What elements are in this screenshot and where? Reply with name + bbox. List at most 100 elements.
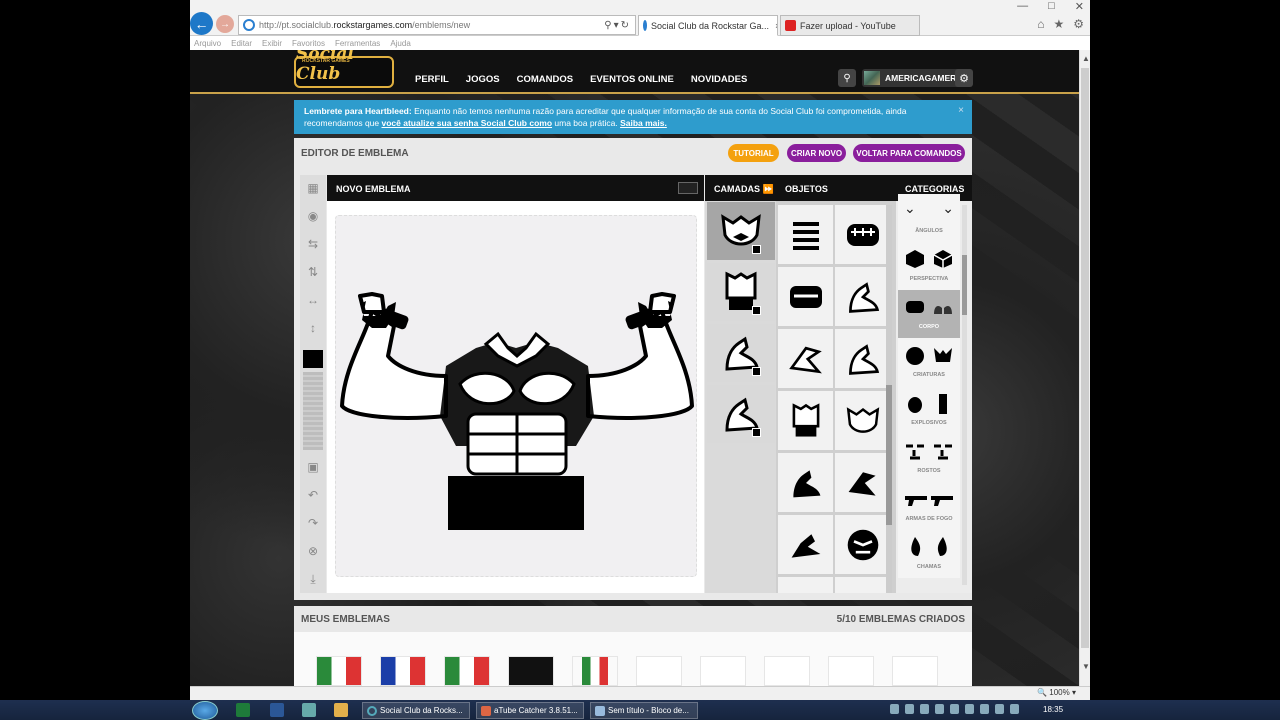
nav-comandos[interactable]: COMANDOS bbox=[517, 74, 573, 85]
tray-icon[interactable] bbox=[980, 704, 989, 714]
background-icon[interactable]: ▣ bbox=[300, 457, 326, 477]
category-explosivos[interactable]: EXPLOSIVOS bbox=[898, 386, 960, 434]
object-arm-3[interactable] bbox=[835, 329, 890, 388]
category-armas-de-fogo[interactable]: ARMAS DE FOGO bbox=[898, 482, 960, 530]
task-social-club[interactable]: Social Club da Rocks... bbox=[362, 702, 470, 719]
gear-icon[interactable]: ⚙ bbox=[1073, 17, 1084, 31]
eye-icon[interactable]: ◉ bbox=[300, 206, 326, 226]
scroll-up-icon[interactable]: ▲ bbox=[1082, 54, 1090, 63]
tray-icon[interactable] bbox=[935, 704, 944, 714]
emblem-canvas[interactable] bbox=[327, 201, 704, 593]
object-arm-2[interactable] bbox=[778, 329, 833, 388]
category-rostos[interactable]: ROSTOS bbox=[898, 434, 960, 482]
social-club-logo[interactable]: ROCKSTAR GAMES Social Club bbox=[294, 50, 394, 88]
tray-icon[interactable] bbox=[965, 704, 974, 714]
layer-color-swatch[interactable] bbox=[752, 245, 761, 254]
layer-color-swatch[interactable] bbox=[752, 367, 761, 376]
scrollbar-thumb[interactable] bbox=[1081, 68, 1089, 648]
menu-ferramentas[interactable]: Ferramentas bbox=[335, 39, 380, 48]
category-corpo[interactable]: CORPO bbox=[898, 290, 960, 338]
nav-novidades[interactable]: NOVIDADES bbox=[691, 74, 747, 85]
settings-button[interactable]: ⚙ bbox=[955, 69, 973, 87]
search-refresh-icon[interactable]: ⚲▾↻ bbox=[604, 20, 635, 31]
tray-icon[interactable] bbox=[950, 704, 959, 714]
layer-color-swatch[interactable] bbox=[752, 306, 761, 315]
network-icon[interactable] bbox=[995, 704, 1004, 714]
layer-item[interactable] bbox=[707, 202, 775, 260]
zoom-level[interactable]: 🔍 100% ▾ bbox=[1037, 688, 1076, 697]
object-item[interactable] bbox=[778, 577, 833, 593]
nav-perfil[interactable]: PERFIL bbox=[415, 74, 449, 85]
layer-color-swatch[interactable] bbox=[752, 428, 761, 437]
object-arm[interactable] bbox=[835, 267, 890, 326]
category-chamas[interactable]: CHAMAS bbox=[898, 530, 960, 578]
menu-favoritos[interactable]: Favoritos bbox=[292, 39, 325, 48]
flip-horizontal-icon[interactable]: ⇆ bbox=[300, 234, 326, 254]
object-dentures[interactable] bbox=[778, 267, 833, 326]
nav-jogos[interactable]: JOGOS bbox=[466, 74, 500, 85]
address-bar[interactable]: http://pt.socialclub.rockstargames.com/e… bbox=[238, 15, 636, 35]
layer-item[interactable] bbox=[707, 324, 775, 382]
saved-emblem[interactable] bbox=[572, 656, 618, 686]
back-button[interactable]: ← bbox=[190, 12, 213, 35]
home-icon[interactable]: ⌂ bbox=[1037, 17, 1044, 31]
objects-scrollbar[interactable] bbox=[886, 205, 892, 593]
object-arm-black-3[interactable] bbox=[778, 515, 833, 574]
stretch-vertical-icon[interactable]: ↕ bbox=[300, 318, 326, 338]
saved-emblem[interactable] bbox=[444, 656, 490, 686]
empty-emblem-slot[interactable] bbox=[636, 656, 682, 686]
control-panel-icon[interactable] bbox=[302, 703, 316, 717]
back-to-commands-button[interactable]: VOLTAR PARA COMANDOS bbox=[853, 144, 965, 162]
create-new-button[interactable]: CRIAR NOVO bbox=[787, 144, 846, 162]
close-window-icon[interactable]: ✕ bbox=[1075, 0, 1084, 13]
opacity-slider[interactable] bbox=[303, 372, 323, 450]
object-spring[interactable] bbox=[778, 205, 833, 264]
tab-social-club[interactable]: Social Club da Rockstar Ga... × bbox=[638, 15, 778, 36]
menu-exibir[interactable]: Exibir bbox=[262, 39, 282, 48]
tray-icon[interactable] bbox=[890, 704, 899, 714]
explorer-icon[interactable] bbox=[334, 703, 348, 717]
start-button[interactable] bbox=[192, 701, 218, 720]
category-perspectiva[interactable]: PERSPECTIVA bbox=[898, 242, 960, 290]
maximize-icon[interactable]: □ bbox=[1048, 0, 1055, 13]
object-arm-black-2[interactable] bbox=[835, 453, 890, 512]
close-tab-icon[interactable]: × bbox=[769, 21, 777, 31]
saved-emblem[interactable] bbox=[508, 656, 554, 686]
tray-icon[interactable] bbox=[920, 704, 929, 714]
object-item[interactable] bbox=[835, 577, 890, 593]
window-controls[interactable]: — □ ✕ bbox=[1017, 0, 1084, 13]
flip-vertical-icon[interactable]: ⇅ bbox=[300, 262, 326, 282]
undo-icon[interactable]: ↶ bbox=[300, 485, 326, 505]
tray-icon[interactable] bbox=[905, 704, 914, 714]
category-criaturas[interactable]: CRIATURAS bbox=[898, 338, 960, 386]
task-notepad[interactable]: Sem título - Bloco de... bbox=[590, 702, 698, 719]
close-alert-icon[interactable]: × bbox=[958, 105, 964, 117]
clock[interactable]: 18:35 bbox=[1043, 705, 1063, 714]
word-icon[interactable] bbox=[270, 703, 284, 717]
minimize-icon[interactable]: — bbox=[1017, 0, 1028, 13]
grid-icon[interactable]: ▦ bbox=[300, 178, 326, 198]
keyboard-icon[interactable] bbox=[678, 182, 698, 194]
menu-arquivo[interactable]: Arquivo bbox=[194, 39, 221, 48]
favorites-star-icon[interactable]: ★ bbox=[1053, 17, 1064, 31]
delete-icon[interactable]: ⊗ bbox=[300, 541, 326, 561]
task-atube[interactable]: aTube Catcher 3.8.51... bbox=[476, 702, 584, 719]
muscle-body-emblem[interactable] bbox=[336, 216, 698, 578]
download-icon[interactable]: ⤓ bbox=[300, 569, 326, 589]
object-mask-black[interactable] bbox=[835, 515, 890, 574]
object-teeth[interactable] bbox=[835, 205, 890, 264]
nav-eventos-online[interactable]: EVENTOS ONLINE bbox=[590, 74, 674, 85]
color-swatch[interactable] bbox=[303, 350, 323, 368]
menu-editar[interactable]: Editar bbox=[231, 39, 252, 48]
forward-button[interactable]: → bbox=[216, 15, 234, 33]
redo-icon[interactable]: ↷ bbox=[300, 513, 326, 533]
canvas-stage[interactable] bbox=[335, 215, 697, 577]
tab-youtube[interactable]: Fazer upload - YouTube bbox=[780, 15, 920, 36]
saved-emblem[interactable] bbox=[380, 656, 426, 686]
tutorial-button[interactable]: TUTORIAL bbox=[728, 144, 779, 162]
empty-emblem-slot[interactable] bbox=[892, 656, 938, 686]
search-button[interactable]: ⚲ bbox=[838, 69, 856, 87]
layer-item[interactable] bbox=[707, 385, 775, 443]
object-arm-black[interactable] bbox=[778, 453, 833, 512]
learn-more-link[interactable]: Saiba mais. bbox=[620, 118, 667, 128]
